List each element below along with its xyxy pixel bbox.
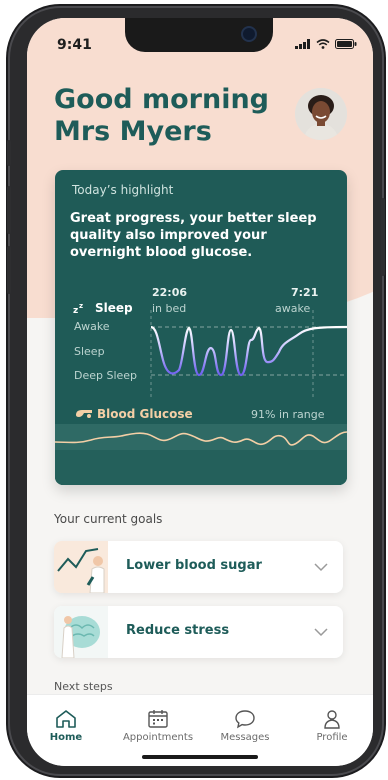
blood-drop-icon	[76, 410, 92, 418]
tab-label: Messages	[220, 732, 270, 743]
goals-title: Your current goals	[54, 512, 163, 526]
tab-label: Home	[49, 732, 83, 743]
goal-lower-blood-sugar[interactable]: Lower blood sugar	[54, 541, 343, 593]
glucose-range: 91% in range	[251, 408, 325, 421]
greeting-name: Mrs Myers	[54, 116, 212, 147]
signal-icon	[295, 39, 310, 49]
home-indicator	[142, 755, 258, 759]
status-icons	[295, 39, 357, 49]
chart-person-illustration	[54, 541, 108, 593]
goal-label: Reduce stress	[126, 623, 230, 638]
home-icon	[56, 710, 76, 728]
svg-text:z: z	[73, 306, 78, 314]
notch	[125, 18, 273, 52]
avatar[interactable]	[295, 88, 347, 140]
tab-messages[interactable]: Messages	[210, 709, 280, 743]
chevron-down-icon[interactable]	[313, 559, 329, 575]
mute-switch	[7, 140, 11, 166]
goal-reduce-stress[interactable]: Reduce stress	[54, 606, 343, 658]
calendar-icon	[148, 710, 168, 728]
bed-time: 22:06	[152, 286, 188, 299]
person-icon	[324, 710, 340, 729]
status-time: 9:41	[57, 37, 92, 53]
volume-down-button	[7, 246, 11, 294]
greeting: Good morning Mrs Myers	[54, 84, 274, 148]
blood-glucose-label: Blood Glucose	[97, 407, 193, 421]
battery-icon	[335, 39, 357, 49]
chevron-down-icon[interactable]	[313, 624, 329, 640]
device-frame: 9:41 Good morning Mrs Myers Today’s high…	[0, 0, 388, 780]
bed-caption: in bed	[152, 302, 187, 315]
power-button	[381, 198, 385, 276]
stage-label-deep-sleep: Deep Sleep	[74, 369, 138, 382]
sleep-label: Sleep	[95, 301, 133, 315]
tab-appointments[interactable]: Appointments	[102, 709, 214, 743]
stage-label-awake: Awake	[74, 320, 110, 333]
next-steps-title: Next steps	[54, 680, 113, 693]
sleep-stage-line	[150, 325, 347, 377]
sleep-zz-icon: z z	[73, 302, 83, 314]
glucose-baseline	[55, 450, 347, 485]
stage-label-sleep: Sleep	[74, 345, 105, 358]
tab-label: Profile	[316, 732, 348, 743]
highlight-card[interactable]: Today’s highlight Great progress, your b…	[55, 170, 347, 485]
front-camera	[243, 28, 255, 40]
avatar-photo	[295, 88, 347, 140]
wake-caption: awake	[275, 302, 311, 315]
chat-bubble-icon	[235, 710, 255, 729]
tab-profile[interactable]: Profile	[297, 709, 367, 743]
brain-person-illustration	[54, 606, 108, 658]
goal-label: Lower blood sugar	[126, 558, 262, 573]
app-screen: 9:41 Good morning Mrs Myers Today’s high…	[27, 18, 373, 766]
svg-text:z: z	[79, 302, 83, 310]
volume-up-button	[7, 186, 11, 234]
wifi-icon	[316, 39, 330, 49]
tab-home[interactable]: Home	[31, 709, 101, 743]
greeting-line-1: Good morning	[54, 84, 270, 115]
tab-label: Appointments	[122, 732, 194, 743]
wake-time: 7:21	[291, 286, 319, 299]
